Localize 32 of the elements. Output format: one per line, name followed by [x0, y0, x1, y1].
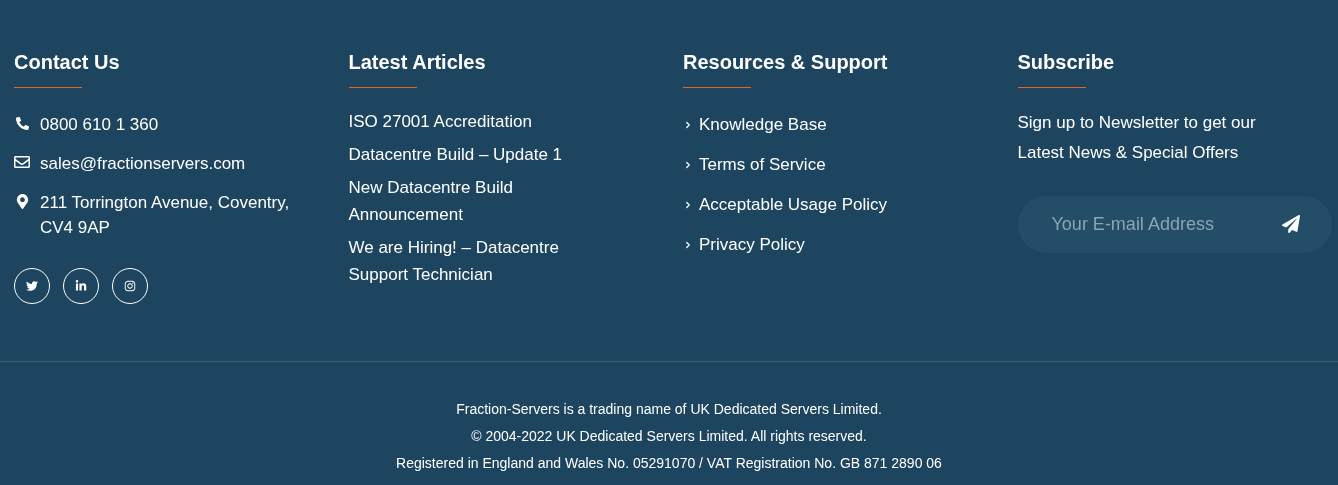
column-heading: Subscribe	[1017, 50, 1116, 75]
location-pin-icon	[15, 194, 29, 209]
resource-link[interactable]: Terms of Service	[699, 152, 826, 178]
paper-plane-icon	[1282, 215, 1300, 233]
instagram-icon	[124, 280, 136, 292]
envelope-icon	[14, 154, 30, 170]
email-field[interactable]: Your E-mail Address	[1017, 196, 1332, 253]
subscribe-text: Sign up to Newsletter to get our Latest News & Special Offers	[1017, 112, 1257, 164]
resource-link[interactable]: Knowledge Base	[699, 112, 827, 138]
resource-link[interactable]: Privacy Policy	[699, 232, 805, 258]
twitter-icon	[26, 280, 38, 292]
article-link[interactable]: New Datacentre Build Announcement	[348, 174, 609, 228]
phone-icon	[15, 117, 29, 130]
linkedin-icon	[75, 280, 87, 292]
chevron-icon	[683, 200, 693, 210]
resource-link[interactable]: Acceptable Usage Policy	[699, 192, 888, 218]
chevron-icon	[683, 240, 693, 250]
send-button[interactable]	[1280, 213, 1302, 235]
column-heading: Resources & Support	[683, 50, 889, 75]
chevron-icon	[683, 120, 693, 130]
chevron-icon	[683, 160, 693, 170]
article-link[interactable]: We are Hiring! – Datacentre Support Technician	[348, 234, 609, 288]
article-link[interactable]: Datacentre Build – Update 1	[348, 141, 609, 168]
contact-text: sales@fractionservers.com	[40, 153, 246, 175]
copyright-text: Registered in England and Wales No. 05291070 / VAT Registration No. GB 871 2890 06	[396, 454, 942, 473]
contact-text: 0800 610 1 360	[40, 114, 159, 136]
column-heading: Contact Us	[14, 50, 121, 75]
copyright-text: Fraction-Servers is a trading name of UK Dedicated Servers Limited.	[456, 400, 882, 419]
article-link[interactable]: ISO 27001 Accreditation	[348, 108, 609, 135]
contact-text: 211 Torrington Avenue, Coventry, CV4 9AP	[40, 192, 290, 239]
column-heading: Latest Articles	[348, 50, 487, 75]
copyright-text: © 2004-2022 UK Dedicated Servers Limited. All rights reserved.	[471, 427, 867, 446]
